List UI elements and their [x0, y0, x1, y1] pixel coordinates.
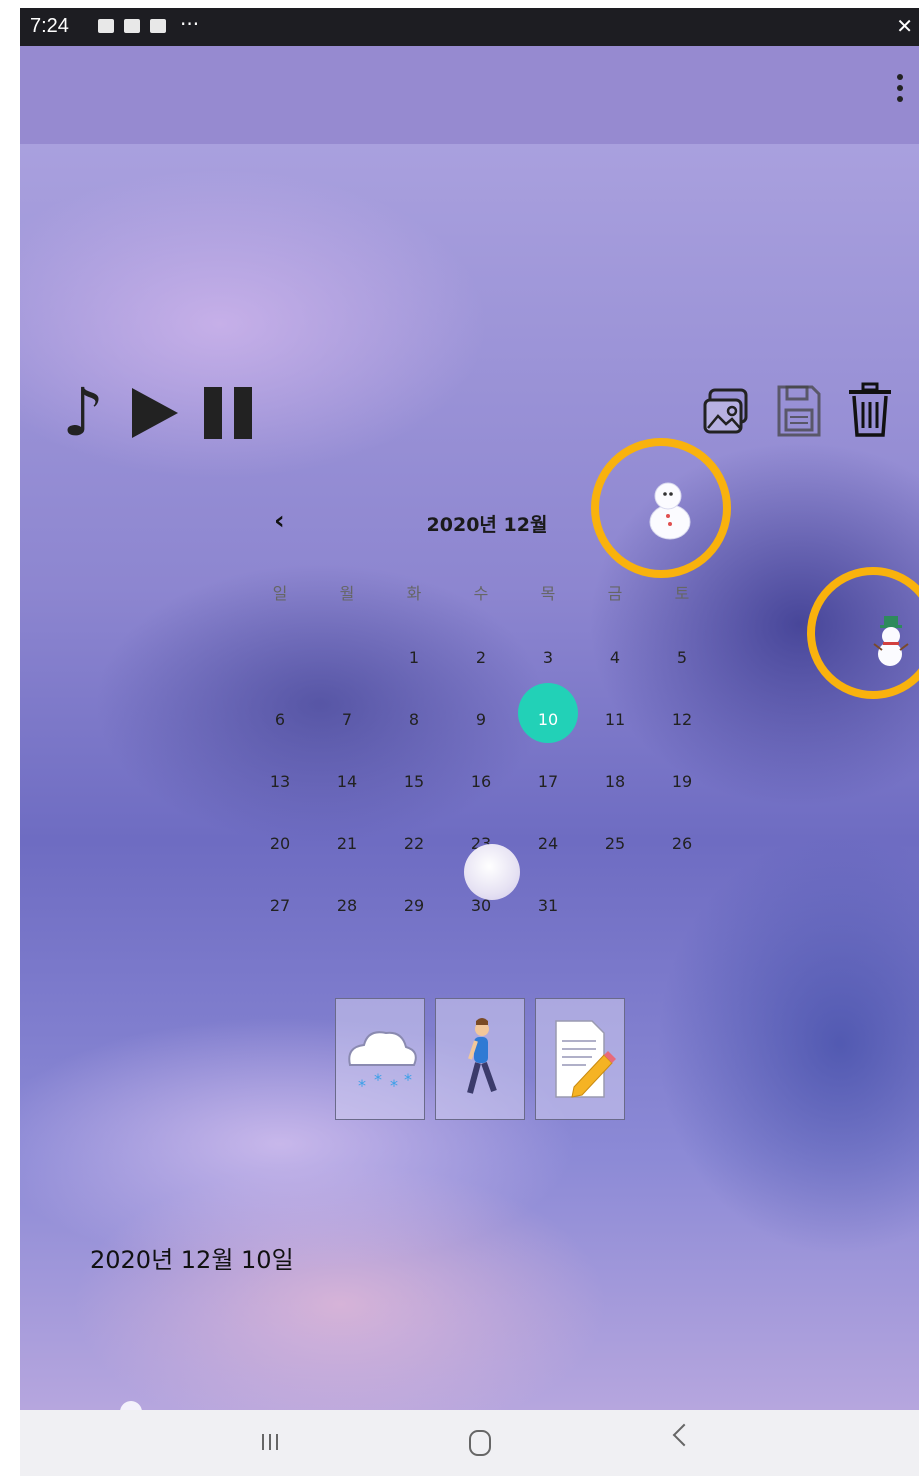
activity-tile[interactable] [435, 998, 525, 1120]
diary-tile[interactable] [535, 998, 625, 1120]
calendar-week-row: 6 7 8 9 10 11 12 [246, 700, 728, 740]
svg-text:*: * [358, 1076, 366, 1095]
recents-icon[interactable] [262, 1434, 283, 1454]
trash-icon[interactable] [846, 382, 894, 438]
weekday-label: 수 [473, 584, 489, 603]
screen: 7:24 ··· ✕ ♪ ‹ 2020년 12월 › [20, 8, 919, 1476]
snow-cloud-icon: * * * * [348, 1031, 417, 1095]
pause-icon[interactable] [204, 387, 252, 439]
weekday-header: 일 월 화 수 목 금 토 [246, 574, 728, 614]
memo-pencil-icon [555, 1020, 616, 1098]
calendar-day[interactable]: 17 [524, 762, 572, 802]
back-icon[interactable] [672, 1423, 696, 1447]
calendar-day-selected[interactable]: 10 [524, 700, 572, 740]
calendar-day[interactable]: 15 [390, 762, 438, 802]
overflow-menu-icon[interactable] [895, 74, 905, 114]
calendar-day[interactable]: 5 [658, 638, 706, 678]
moon-decoration [464, 844, 520, 900]
app-bar [20, 46, 919, 144]
calendar-day[interactable]: 19 [658, 762, 706, 802]
calendar-day[interactable]: 20 [256, 824, 304, 864]
navigation-bar [20, 1410, 919, 1476]
calendar-day[interactable]: 26 [658, 824, 706, 864]
calendar-day[interactable]: 24 [524, 824, 572, 864]
calendar-day[interactable]: 28 [323, 886, 371, 926]
play-icon[interactable] [132, 388, 178, 438]
calendar-day[interactable]: 11 [591, 700, 639, 740]
calendar-day[interactable]: 22 [390, 824, 438, 864]
calendar-day[interactable]: 4 [591, 638, 639, 678]
home-icon[interactable] [469, 1430, 491, 1456]
weekday-label: 토 [674, 584, 690, 603]
save-icon[interactable] [776, 384, 822, 438]
weekday-label: 금 [607, 584, 623, 603]
gallery-notification-icon [98, 19, 114, 33]
calendar-day[interactable]: 31 [524, 886, 572, 926]
calendar-day[interactable]: 1 [390, 638, 438, 678]
calendar-day[interactable]: 8 [390, 700, 438, 740]
selected-date-label: 2020년 12월 10일 [90, 1246, 294, 1274]
weather-tile[interactable]: * * * * [335, 998, 425, 1120]
music-note-icon[interactable]: ♪ [62, 378, 104, 448]
calendar-day[interactable]: 29 [390, 886, 438, 926]
calendar-day[interactable]: 12 [658, 700, 706, 740]
highlight-circle [591, 438, 731, 578]
calendar-day[interactable]: 21 [323, 824, 371, 864]
status-time: 7:24 [30, 15, 69, 37]
svg-text:*: * [374, 1070, 382, 1089]
weekday-label: 목 [540, 584, 556, 603]
calendar-day[interactable]: 18 [591, 762, 639, 802]
weekday-label: 월 [339, 584, 355, 603]
svg-text:*: * [404, 1070, 412, 1089]
calendar-day[interactable]: 2 [457, 638, 505, 678]
calendar-day[interactable]: 6 [256, 700, 304, 740]
more-notifications-icon: ··· [180, 12, 200, 36]
calendar-notification-icon [124, 19, 140, 33]
calendar-day[interactable]: 16 [457, 762, 505, 802]
calendar-day[interactable]: 3 [524, 638, 572, 678]
calendar-week-row: 1 2 3 4 5 [246, 638, 728, 678]
svg-text:*: * [390, 1076, 398, 1095]
mail-notification-icon [150, 19, 166, 33]
weekday-label: 화 [406, 584, 422, 603]
mute-icon: ✕ [896, 14, 913, 38]
status-bar: 7:24 ··· ✕ [20, 8, 919, 46]
calendar-day[interactable]: 27 [256, 886, 304, 926]
calendar-day[interactable]: 25 [591, 824, 639, 864]
calendar-day[interactable]: 7 [323, 700, 371, 740]
calendar-week-row: 13 14 15 16 17 18 19 [246, 762, 728, 802]
walking-person-icon [467, 1018, 497, 1094]
calendar-day[interactable]: 13 [256, 762, 304, 802]
gallery-icon[interactable] [702, 386, 750, 436]
calendar-day[interactable]: 9 [457, 700, 505, 740]
weekday-label: 일 [272, 584, 288, 603]
calendar-day[interactable]: 14 [323, 762, 371, 802]
